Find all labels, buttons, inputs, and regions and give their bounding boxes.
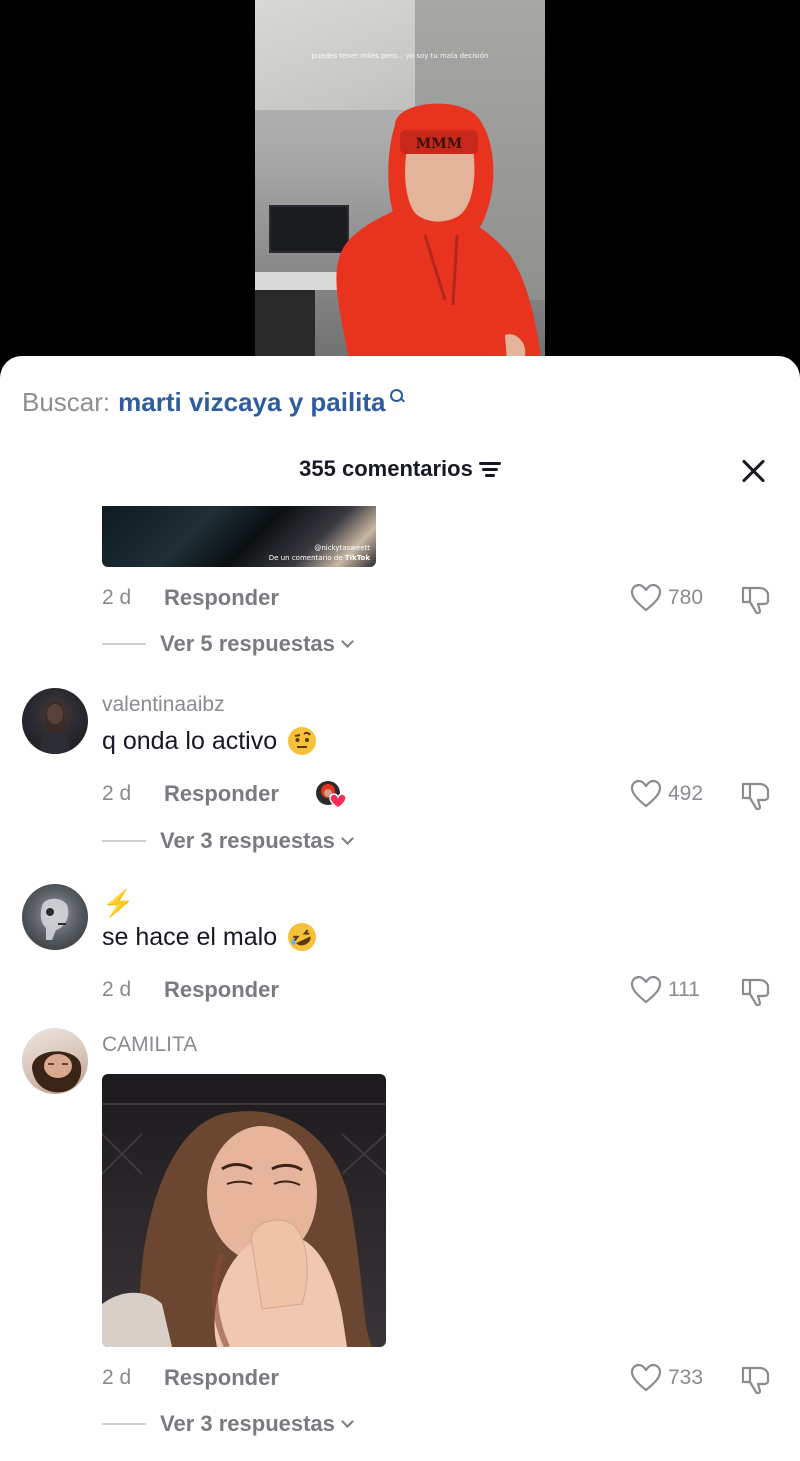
like-count: 780 bbox=[668, 586, 704, 609]
reply-button[interactable]: Responder bbox=[164, 1365, 279, 1391]
like-button[interactable]: 492 bbox=[630, 779, 703, 809]
comment-time: 2 d bbox=[102, 586, 132, 609]
view-replies-button[interactable]: Ver 3 respuestas bbox=[102, 1409, 354, 1439]
thumbs-down-icon[interactable] bbox=[740, 779, 774, 811]
person-red-hoodie: MMM bbox=[336, 103, 544, 380]
view-replies-label: Ver 3 respuestas bbox=[160, 828, 335, 853]
media-watermark: @nickytasweett De un comentario de TikTo… bbox=[268, 544, 370, 562]
thumbs-down-icon[interactable] bbox=[740, 1363, 774, 1395]
like-count: 111 bbox=[668, 978, 700, 1001]
comment-media-gif[interactable] bbox=[102, 1074, 386, 1347]
like-button[interactable]: 733 bbox=[630, 1363, 703, 1393]
avatar[interactable] bbox=[22, 1028, 88, 1094]
reply-button[interactable]: Responder bbox=[164, 781, 279, 807]
chevron-down-icon bbox=[341, 1414, 354, 1428]
video-background: MMM puedes tener miles pero... yo soy tu… bbox=[0, 0, 800, 380]
view-replies-button[interactable]: Ver 3 respuestas bbox=[102, 826, 354, 856]
view-replies-label: Ver 5 respuestas bbox=[160, 631, 335, 656]
rolling-on-floor-laughing-emoji bbox=[287, 922, 317, 952]
video-player[interactable]: MMM puedes tener miles pero... yo soy tu… bbox=[255, 0, 545, 380]
comments-header: 355 comentarios bbox=[0, 452, 800, 488]
thumbs-down-icon[interactable] bbox=[740, 583, 774, 615]
comment-time: 2 d bbox=[102, 782, 132, 805]
like-button[interactable]: 780 bbox=[630, 583, 703, 613]
comment-text: q onda lo activo bbox=[102, 724, 317, 758]
comment-username[interactable]: valentinaaibz bbox=[102, 693, 225, 721]
comment-meta-row: 2 d Responder 780 bbox=[102, 583, 782, 615]
like-button[interactable]: 111 bbox=[630, 975, 700, 1005]
video-caption: puedes tener miles pero... yo soy tu mal… bbox=[311, 52, 489, 60]
sort-icon[interactable] bbox=[478, 460, 501, 478]
comment-media-sticker[interactable]: @nickytasweett De un comentario de TikTo… bbox=[102, 506, 376, 567]
comment-time: 2 d bbox=[102, 1366, 132, 1389]
thumbs-down-icon[interactable] bbox=[740, 975, 774, 1007]
comment-meta-row: 2 d Responder 733 bbox=[102, 1363, 782, 1395]
search-prefix: Buscar: bbox=[22, 386, 111, 417]
comment-username[interactable]: CAMILITA bbox=[102, 1033, 197, 1061]
chevron-down-icon bbox=[341, 634, 354, 648]
comments-sheet: Buscar: marti vizcaya y pailita 355 come… bbox=[0, 356, 800, 1461]
search-term-link[interactable]: marti vizcaya y pailita bbox=[118, 387, 385, 418]
search-icon bbox=[389, 389, 404, 403]
like-count: 492 bbox=[668, 782, 704, 805]
comment-count: 355 comentarios bbox=[299, 456, 473, 481]
heart-icon bbox=[630, 975, 662, 1004]
heart-icon bbox=[630, 779, 662, 808]
reply-button[interactable]: Responder bbox=[164, 585, 279, 611]
search-suggestion[interactable]: Buscar: marti vizcaya y pailita bbox=[22, 384, 404, 420]
heart-icon bbox=[630, 583, 662, 612]
comment-meta-row: 2 d Responder 111 bbox=[102, 975, 782, 1007]
face-with-raised-eyebrow-emoji bbox=[287, 726, 317, 756]
heart-icon bbox=[630, 1363, 662, 1392]
creator-liked-icon bbox=[316, 781, 347, 809]
comment-text: se hace el malo bbox=[102, 920, 317, 954]
comment-meta-row: 2 d Responder 492 bbox=[102, 779, 782, 811]
view-replies-label: Ver 3 respuestas bbox=[160, 1411, 335, 1436]
svg-text:MMM: MMM bbox=[416, 136, 463, 152]
like-count: 733 bbox=[668, 1366, 704, 1389]
comment-username[interactable]: ⚡ bbox=[102, 888, 134, 918]
close-icon[interactable] bbox=[738, 456, 768, 486]
comment-time: 2 d bbox=[102, 978, 132, 1001]
reply-button[interactable]: Responder bbox=[164, 977, 279, 1003]
avatar[interactable] bbox=[22, 688, 88, 754]
avatar[interactable] bbox=[22, 884, 88, 950]
view-replies-button[interactable]: Ver 5 respuestas bbox=[102, 629, 354, 659]
chevron-down-icon bbox=[341, 831, 354, 845]
